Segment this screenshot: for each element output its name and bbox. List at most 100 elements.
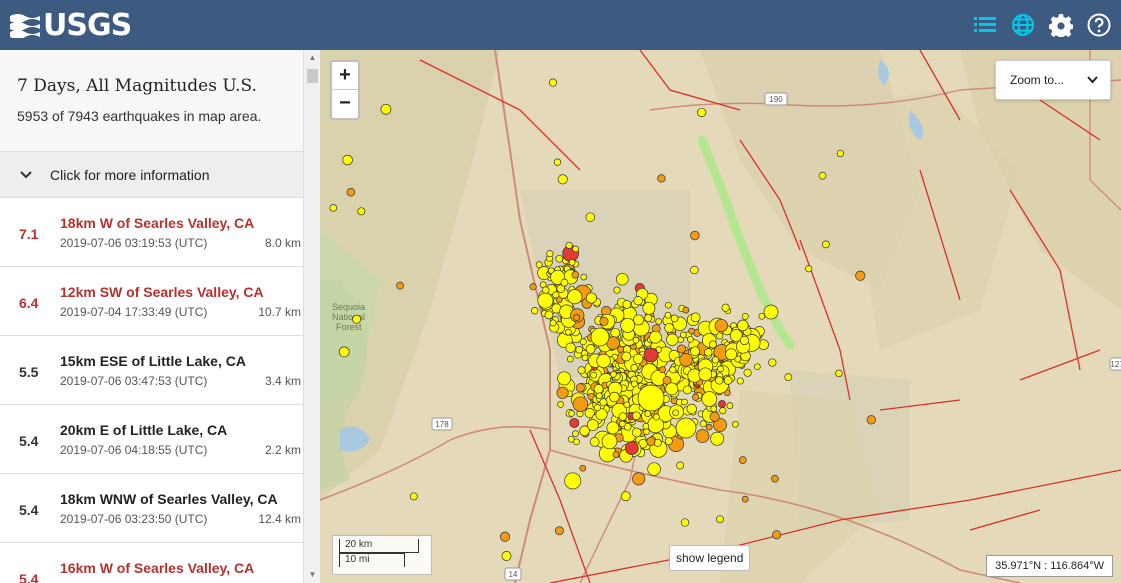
earthquake-marker[interactable] bbox=[501, 551, 512, 561]
earthquake-marker[interactable] bbox=[741, 495, 749, 503]
earthquake-marker[interactable] bbox=[680, 331, 687, 339]
earthquake-marker[interactable] bbox=[710, 405, 718, 413]
earthquake-marker[interactable] bbox=[716, 515, 724, 524]
earthquake-marker[interactable] bbox=[784, 373, 793, 381]
earthquake-marker[interactable] bbox=[565, 342, 576, 353]
earthquake-list-item[interactable]: 5.4 16km W of Searles Valley, CA bbox=[0, 543, 319, 583]
more-info-toggle[interactable]: Click for more information bbox=[0, 152, 319, 198]
earthquake-marker[interactable] bbox=[697, 107, 707, 118]
earthquake-marker[interactable] bbox=[690, 230, 700, 241]
earthquake-marker[interactable] bbox=[717, 365, 724, 373]
earthquake-marker[interactable] bbox=[535, 261, 543, 269]
earthquake-marker[interactable] bbox=[732, 420, 739, 428]
earthquake-marker[interactable] bbox=[342, 154, 353, 166]
earthquake-marker[interactable] bbox=[632, 353, 644, 365]
earthquake-marker[interactable] bbox=[705, 423, 713, 431]
earthquake-marker[interactable] bbox=[652, 413, 660, 421]
earthquake-marker[interactable] bbox=[352, 314, 362, 324]
earthquake-marker[interactable] bbox=[599, 398, 608, 407]
earthquake-marker[interactable] bbox=[569, 417, 580, 428]
earthquake-list-item[interactable]: 5.5 15km ESE of Little Lake, CA 2019-07-06… bbox=[0, 336, 319, 405]
earthquake-marker[interactable] bbox=[567, 435, 575, 443]
earthquake-marker[interactable] bbox=[718, 400, 726, 409]
earthquake-marker[interactable] bbox=[380, 103, 392, 115]
earthquake-marker[interactable] bbox=[701, 391, 718, 407]
earthquake-marker[interactable] bbox=[544, 310, 554, 320]
earthquake-marker[interactable] bbox=[585, 212, 596, 222]
usgs-logo[interactable]: USGS bbox=[10, 8, 132, 43]
earthquake-marker[interactable] bbox=[711, 356, 720, 364]
scrollbar-thumb[interactable] bbox=[307, 69, 318, 83]
earthquake-marker[interactable] bbox=[768, 358, 777, 367]
earthquake-marker[interactable] bbox=[688, 327, 695, 335]
earthquake-marker[interactable] bbox=[549, 319, 557, 327]
earthquake-marker[interactable] bbox=[572, 396, 589, 412]
earthquake-marker[interactable] bbox=[581, 354, 589, 362]
globe-icon[interactable] bbox=[1011, 13, 1035, 37]
earthquake-marker[interactable] bbox=[644, 313, 653, 322]
earthquake-list-item[interactable]: 7.1 18km W of Searles Valley, CA 2019-07-0… bbox=[0, 198, 319, 267]
earthquake-marker[interactable] bbox=[622, 300, 632, 309]
earthquake-marker[interactable] bbox=[753, 363, 761, 371]
earthquake-marker[interactable] bbox=[682, 306, 690, 314]
earthquake-marker[interactable] bbox=[664, 311, 672, 319]
earthquake-marker[interactable] bbox=[623, 401, 631, 409]
earthquake-marker[interactable] bbox=[624, 441, 639, 455]
scroll-down-arrow-icon[interactable]: ▼ bbox=[304, 567, 321, 583]
earthquake-marker[interactable] bbox=[690, 312, 701, 323]
earthquake-marker[interactable] bbox=[357, 207, 366, 216]
earthquake-marker[interactable] bbox=[572, 245, 579, 253]
earthquake-marker[interactable] bbox=[710, 431, 725, 446]
earthquake-marker[interactable] bbox=[564, 472, 582, 490]
earthquake-marker[interactable] bbox=[818, 171, 827, 180]
earthquake-marker[interactable] bbox=[655, 318, 663, 325]
zoom-in-button[interactable]: + bbox=[332, 62, 358, 90]
earthquake-marker[interactable] bbox=[738, 456, 747, 464]
earthquake-marker[interactable] bbox=[866, 415, 876, 425]
earthquake-marker[interactable] bbox=[565, 328, 572, 336]
earthquake-marker[interactable] bbox=[633, 314, 645, 326]
earthquake-marker[interactable] bbox=[557, 371, 572, 386]
earthquake-marker[interactable] bbox=[737, 319, 749, 332]
earthquake-marker[interactable] bbox=[699, 420, 707, 428]
earthquake-marker[interactable] bbox=[531, 307, 539, 315]
earthquake-marker[interactable] bbox=[836, 149, 845, 158]
earthquake-marker[interactable] bbox=[772, 530, 782, 540]
earthquake-marker[interactable] bbox=[621, 351, 632, 362]
earthquake-marker[interactable] bbox=[546, 250, 554, 258]
earthquake-marker[interactable] bbox=[690, 346, 700, 357]
earthquake-marker[interactable] bbox=[620, 317, 636, 333]
earthquake-marker[interactable] bbox=[568, 410, 575, 417]
earthquake-marker[interactable] bbox=[690, 265, 699, 275]
earthquake-marker[interactable] bbox=[695, 429, 710, 443]
earthquake-marker[interactable] bbox=[565, 241, 573, 249]
zoom-out-button[interactable]: − bbox=[332, 90, 358, 118]
earthquake-marker[interactable] bbox=[619, 420, 626, 428]
earthquake-marker[interactable] bbox=[665, 382, 679, 396]
earthquake-marker[interactable] bbox=[338, 346, 350, 358]
earthquake-marker[interactable] bbox=[409, 492, 418, 501]
earthquake-marker[interactable] bbox=[649, 330, 662, 344]
help-icon[interactable] bbox=[1087, 13, 1111, 37]
earthquake-marker[interactable] bbox=[631, 380, 638, 388]
earthquake-marker[interactable] bbox=[664, 437, 673, 446]
earthquake-marker[interactable] bbox=[631, 427, 642, 438]
earthquake-marker[interactable] bbox=[665, 301, 672, 309]
earthquake-marker[interactable] bbox=[647, 462, 661, 476]
earthquake-marker[interactable] bbox=[585, 292, 597, 304]
earthquake-marker[interactable] bbox=[633, 296, 643, 306]
earthquake-marker[interactable] bbox=[643, 347, 659, 363]
map-view[interactable]: 190 178 14 127 Sequoia National Forest +… bbox=[320, 50, 1121, 583]
earthquake-marker[interactable] bbox=[580, 273, 588, 281]
earthquake-marker[interactable] bbox=[835, 369, 843, 378]
earthquake-marker[interactable] bbox=[692, 393, 700, 401]
earthquake-marker[interactable] bbox=[672, 409, 679, 417]
earthquake-marker[interactable] bbox=[599, 316, 609, 326]
earthquake-marker[interactable] bbox=[590, 327, 610, 347]
earthquake-marker[interactable] bbox=[637, 384, 665, 412]
earthquake-marker[interactable] bbox=[675, 417, 697, 439]
earthquake-marker[interactable] bbox=[529, 283, 537, 291]
earthquake-marker[interactable] bbox=[537, 292, 554, 309]
earthquake-marker[interactable] bbox=[571, 271, 580, 279]
earthquake-marker[interactable] bbox=[704, 348, 713, 357]
